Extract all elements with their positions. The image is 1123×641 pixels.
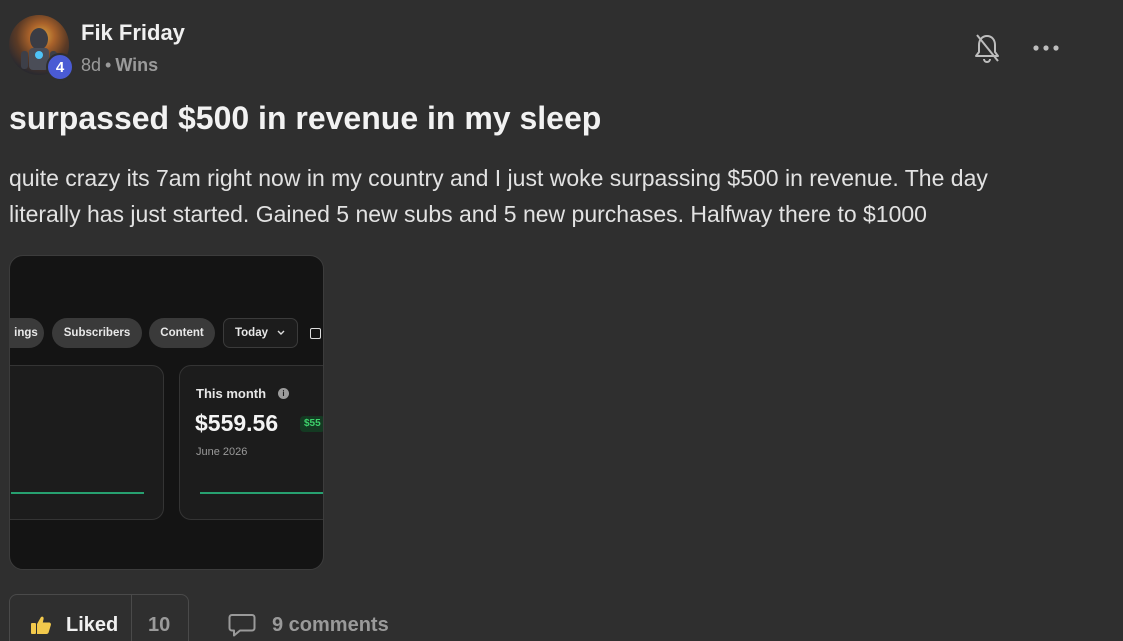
card-label: This month [196, 386, 267, 401]
calendar-icon [310, 328, 321, 339]
post-body: quite crazy its 7am right now in my coun… [9, 165, 988, 227]
comments-label: 9 comments [272, 613, 389, 636]
card-delta: $55 [300, 416, 323, 432]
attachment-card [10, 365, 164, 520]
like-button[interactable]: Liked [10, 595, 131, 641]
spark-line [200, 492, 323, 494]
like-label: Liked [66, 614, 119, 636]
bell-off-icon[interactable] [973, 32, 1001, 64]
post-time: 8d [81, 55, 102, 75]
attachment-range-select: Today [223, 318, 298, 348]
divider [131, 595, 132, 641]
image-attachment[interactable]: ings Subscribers Content Today This mont… [9, 255, 324, 570]
attachment-range-label: Today [234, 327, 268, 339]
post-title: surpassed $500 in revenue in my sleep [9, 100, 602, 136]
info-icon: i [278, 388, 289, 399]
like-count[interactable]: 10 [148, 614, 170, 637]
comments-button[interactable]: 9 comments [228, 610, 389, 640]
comment-icon [228, 614, 256, 637]
spark-line [11, 492, 144, 494]
post-card: 4 Fik Friday 8d • Wins surpassed $500 in r… [0, 0, 1123, 641]
level-badge: 4 [46, 53, 74, 81]
attachment-tab: ings [10, 318, 44, 348]
more-horizontal-icon[interactable] [1031, 36, 1061, 60]
chevron-down-icon [277, 330, 285, 335]
like-group: Liked 10 [9, 594, 189, 641]
card-amount: $559.56 [195, 410, 279, 436]
post-category[interactable]: Wins [115, 55, 158, 75]
attachment-tab-label: ings [14, 327, 38, 339]
attachment-tab: Subscribers [52, 318, 142, 348]
card-period: June 2026 [196, 446, 248, 458]
thumbs-up-icon [31, 616, 51, 634]
post-meta: 8d • Wins [81, 55, 158, 76]
meta-separator: • [105, 55, 112, 75]
author-name[interactable]: Fik Friday [81, 20, 185, 46]
attachment-tab: Content [149, 318, 215, 348]
attachment-card-this-month: This month i $559.56 $55 June 2026 [179, 365, 323, 520]
